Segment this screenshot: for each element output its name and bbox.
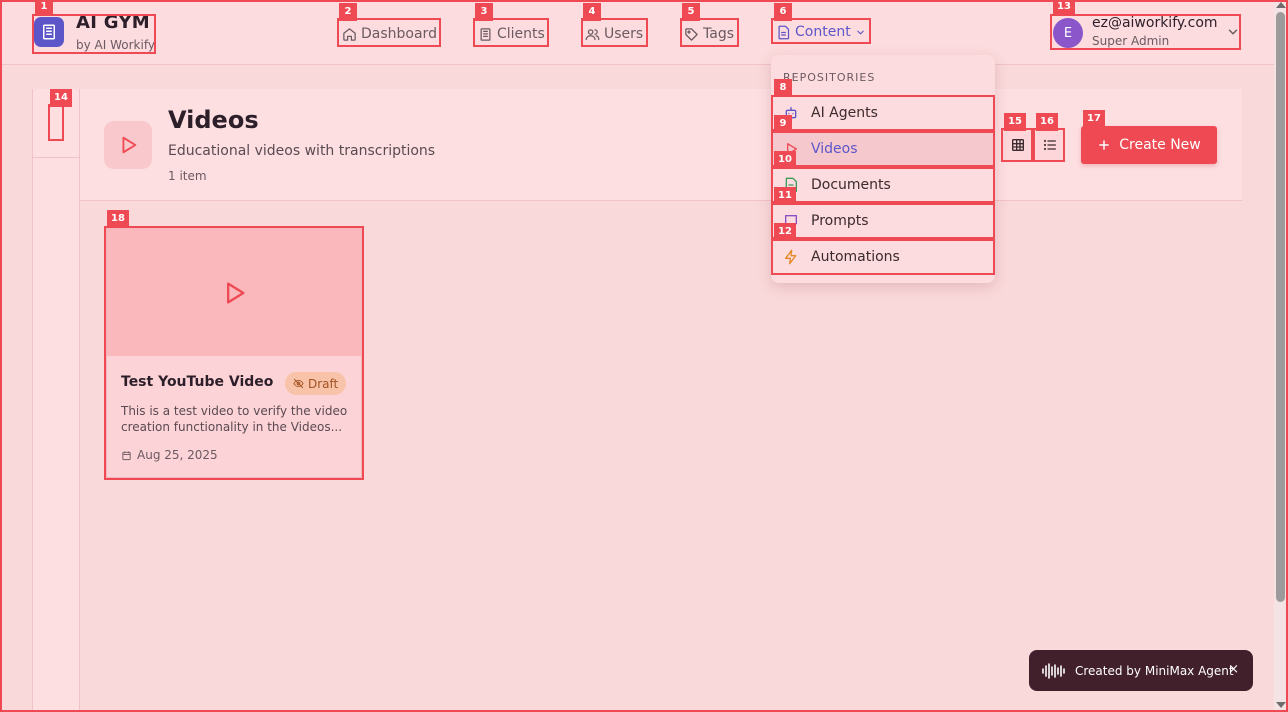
menu-item-videos[interactable]: Videos <box>773 132 993 166</box>
document-icon <box>778 25 790 39</box>
sidebar-divider <box>32 157 80 158</box>
waveform-icon <box>1042 662 1065 679</box>
nav-users-label: Users <box>604 26 644 42</box>
som-label: 15 <box>1004 113 1026 131</box>
user-email[interactable]: ez@aiworkify.com <box>1092 15 1218 31</box>
scroll-up-icon[interactable] <box>1276 2 1286 8</box>
status-label: Draft <box>308 376 339 391</box>
eye-off-icon <box>293 378 304 389</box>
building-icon <box>480 27 491 41</box>
nav-clients[interactable]: Clients <box>478 24 545 44</box>
nav-tags[interactable]: Tags <box>684 24 734 44</box>
scroll-down-icon[interactable] <box>1276 702 1286 708</box>
user-role: Super Admin <box>1092 34 1170 48</box>
list-icon <box>1043 139 1056 151</box>
left-sidebar <box>32 89 80 712</box>
menu-item-label: Videos <box>811 141 858 157</box>
home-icon <box>343 27 356 41</box>
plus-icon <box>1099 140 1110 150</box>
item-count: 1 item <box>168 169 207 183</box>
video-date-label: Aug 25, 2025 <box>137 448 218 462</box>
create-new-button[interactable]: Create New <box>1081 126 1217 164</box>
som-label: 10 <box>774 151 796 169</box>
som-label: 6 <box>774 3 792 21</box>
som-label: 18 <box>107 210 129 228</box>
chevron-down-icon[interactable] <box>1226 25 1240 39</box>
top-navbar <box>0 0 1288 65</box>
som-label: 1 <box>35 0 53 16</box>
status-badge: Draft <box>285 372 347 395</box>
nav-users[interactable]: Users <box>585 24 643 44</box>
som-label: 17 <box>1083 110 1105 128</box>
menu-item-prompts[interactable]: Prompts <box>773 204 993 238</box>
nav-content[interactable]: Content <box>776 22 866 42</box>
nav-content-label: Content <box>795 24 851 40</box>
building-icon[interactable] <box>34 17 64 47</box>
page-title: Videos <box>168 106 259 134</box>
som-label: 14 <box>50 89 72 107</box>
video-title[interactable]: Test YouTube Video <box>121 374 273 390</box>
brand-title[interactable]: AI GYM <box>76 12 150 33</box>
som-label: 5 <box>682 3 700 21</box>
close-icon[interactable]: × <box>1228 662 1239 677</box>
som-label: 3 <box>475 3 493 21</box>
menu-item-documents[interactable]: Documents <box>773 168 993 202</box>
nav-dashboard-label: Dashboard <box>361 26 437 42</box>
play-icon <box>104 121 152 169</box>
video-date: Aug 25, 2025 <box>121 448 218 462</box>
menu-item-ai-agents[interactable]: AI Agents <box>773 96 993 130</box>
nav-dashboard[interactable]: Dashboard <box>342 24 437 44</box>
calendar-icon <box>122 450 131 460</box>
users-icon <box>585 28 600 40</box>
play-icon <box>227 282 245 303</box>
chevron-down-icon <box>856 30 864 35</box>
scrollbar-thumb[interactable] <box>1276 12 1285 602</box>
som-label: 13 <box>1053 0 1075 16</box>
create-new-label: Create New <box>1119 137 1201 153</box>
nav-tags-label: Tags <box>703 26 734 42</box>
menu-item-label: Automations <box>811 249 900 265</box>
video-card[interactable]: Test YouTube Video Draft This is a test … <box>106 228 362 478</box>
toast-text: Created by MiniMax Agent <box>1075 663 1234 678</box>
grid-view-button[interactable] <box>1003 130 1033 160</box>
list-view-button[interactable] <box>1035 130 1065 160</box>
video-description: This is a test video to verify the video… <box>121 404 348 434</box>
avatar[interactable]: E <box>1053 18 1083 48</box>
som-label: 2 <box>339 3 357 21</box>
som-label: 8 <box>774 79 792 97</box>
menu-item-label: AI Agents <box>811 105 878 121</box>
som-label: 11 <box>774 187 796 205</box>
video-thumbnail[interactable] <box>107 229 361 356</box>
som-label: 4 <box>583 3 601 21</box>
page-description: Educational videos with transcriptions <box>168 143 436 159</box>
dropdown-section-label: REPOSITORIES <box>783 71 876 84</box>
zap-icon <box>785 249 797 265</box>
created-by-toast: Created by MiniMax Agent × <box>1029 650 1253 691</box>
som-label: 12 <box>774 223 796 241</box>
menu-item-automations[interactable]: Automations <box>773 240 993 274</box>
tag-icon <box>685 27 698 41</box>
menu-item-label: Prompts <box>811 213 869 229</box>
som-label: 9 <box>774 115 792 133</box>
menu-item-label: Documents <box>811 177 891 193</box>
som-label: 16 <box>1036 113 1058 131</box>
brand-subtitle: by AI Workify <box>76 38 155 52</box>
grid-icon <box>1012 139 1024 151</box>
nav-clients-label: Clients <box>497 26 545 42</box>
